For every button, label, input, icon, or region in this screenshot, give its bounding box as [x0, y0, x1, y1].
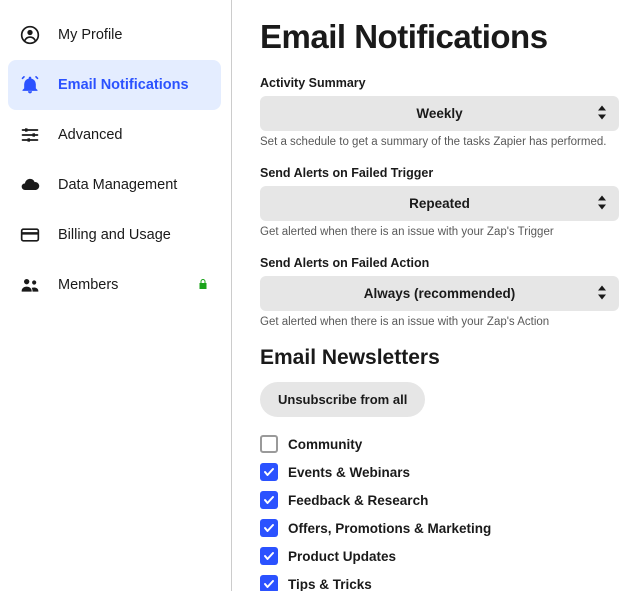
setting-helper: Set a schedule to get a summary of the t… — [260, 136, 619, 148]
failed-action-select[interactable]: Always (recommended) — [260, 276, 619, 311]
checkbox-icon — [260, 435, 278, 453]
newsletter-label: Offers, Promotions & Marketing — [288, 521, 491, 536]
lock-icon — [197, 277, 209, 293]
newsletter-item-events[interactable]: Events & Webinars — [260, 463, 619, 481]
newsletter-item-feedback[interactable]: Feedback & Research — [260, 491, 619, 509]
profile-icon — [20, 25, 40, 45]
people-icon — [20, 275, 40, 295]
unsubscribe-all-button[interactable]: Unsubscribe from all — [260, 382, 425, 417]
sidebar-item-label: Members — [58, 277, 118, 293]
failed-trigger-select[interactable]: Repeated — [260, 186, 619, 221]
checkbox-icon — [260, 463, 278, 481]
newsletter-list: Community Events & Webinars Feedback & R… — [260, 435, 619, 591]
setting-label: Activity Summary — [260, 76, 619, 90]
bell-icon — [20, 75, 40, 95]
newsletter-label: Product Updates — [288, 549, 396, 564]
sidebar-item-data-management[interactable]: Data Management — [8, 160, 221, 210]
newsletters-title: Email Newsletters — [260, 346, 619, 370]
sliders-icon — [20, 125, 40, 145]
checkbox-icon — [260, 491, 278, 509]
newsletter-label: Community — [288, 437, 362, 452]
sidebar: My Profile Email Notifications Advanced … — [0, 0, 232, 591]
setting-label: Send Alerts on Failed Action — [260, 256, 619, 270]
sidebar-item-billing-and-usage[interactable]: Billing and Usage — [8, 210, 221, 260]
main-content: Email Notifications Activity Summary Wee… — [232, 0, 641, 591]
cloud-icon — [20, 175, 40, 195]
setting-activity-summary: Activity Summary Weekly Set a schedule t… — [260, 76, 619, 148]
newsletter-label: Feedback & Research — [288, 493, 428, 508]
card-icon — [20, 225, 40, 245]
page-title: Email Notifications — [260, 18, 619, 56]
newsletter-label: Events & Webinars — [288, 465, 410, 480]
sidebar-item-my-profile[interactable]: My Profile — [8, 10, 221, 60]
sidebar-item-members[interactable]: Members — [8, 260, 221, 310]
newsletter-item-product-updates[interactable]: Product Updates — [260, 547, 619, 565]
activity-summary-select[interactable]: Weekly — [260, 96, 619, 131]
checkbox-icon — [260, 575, 278, 591]
checkbox-icon — [260, 547, 278, 565]
newsletter-item-tips[interactable]: Tips & Tricks — [260, 575, 619, 591]
sidebar-item-label: Billing and Usage — [58, 227, 171, 243]
sidebar-item-advanced[interactable]: Advanced — [8, 110, 221, 160]
setting-label: Send Alerts on Failed Trigger — [260, 166, 619, 180]
sidebar-item-email-notifications[interactable]: Email Notifications — [8, 60, 221, 110]
newsletter-label: Tips & Tricks — [288, 577, 372, 591]
setting-helper: Get alerted when there is an issue with … — [260, 226, 619, 238]
sidebar-item-label: Email Notifications — [58, 77, 189, 93]
sidebar-item-label: Advanced — [58, 127, 123, 143]
newsletter-item-offers[interactable]: Offers, Promotions & Marketing — [260, 519, 619, 537]
newsletter-item-community[interactable]: Community — [260, 435, 619, 453]
setting-failed-trigger: Send Alerts on Failed Trigger Repeated G… — [260, 166, 619, 238]
setting-failed-action: Send Alerts on Failed Action Always (rec… — [260, 256, 619, 328]
sidebar-item-label: Data Management — [58, 177, 177, 193]
checkbox-icon — [260, 519, 278, 537]
setting-helper: Get alerted when there is an issue with … — [260, 316, 619, 328]
sidebar-item-label: My Profile — [58, 27, 122, 43]
